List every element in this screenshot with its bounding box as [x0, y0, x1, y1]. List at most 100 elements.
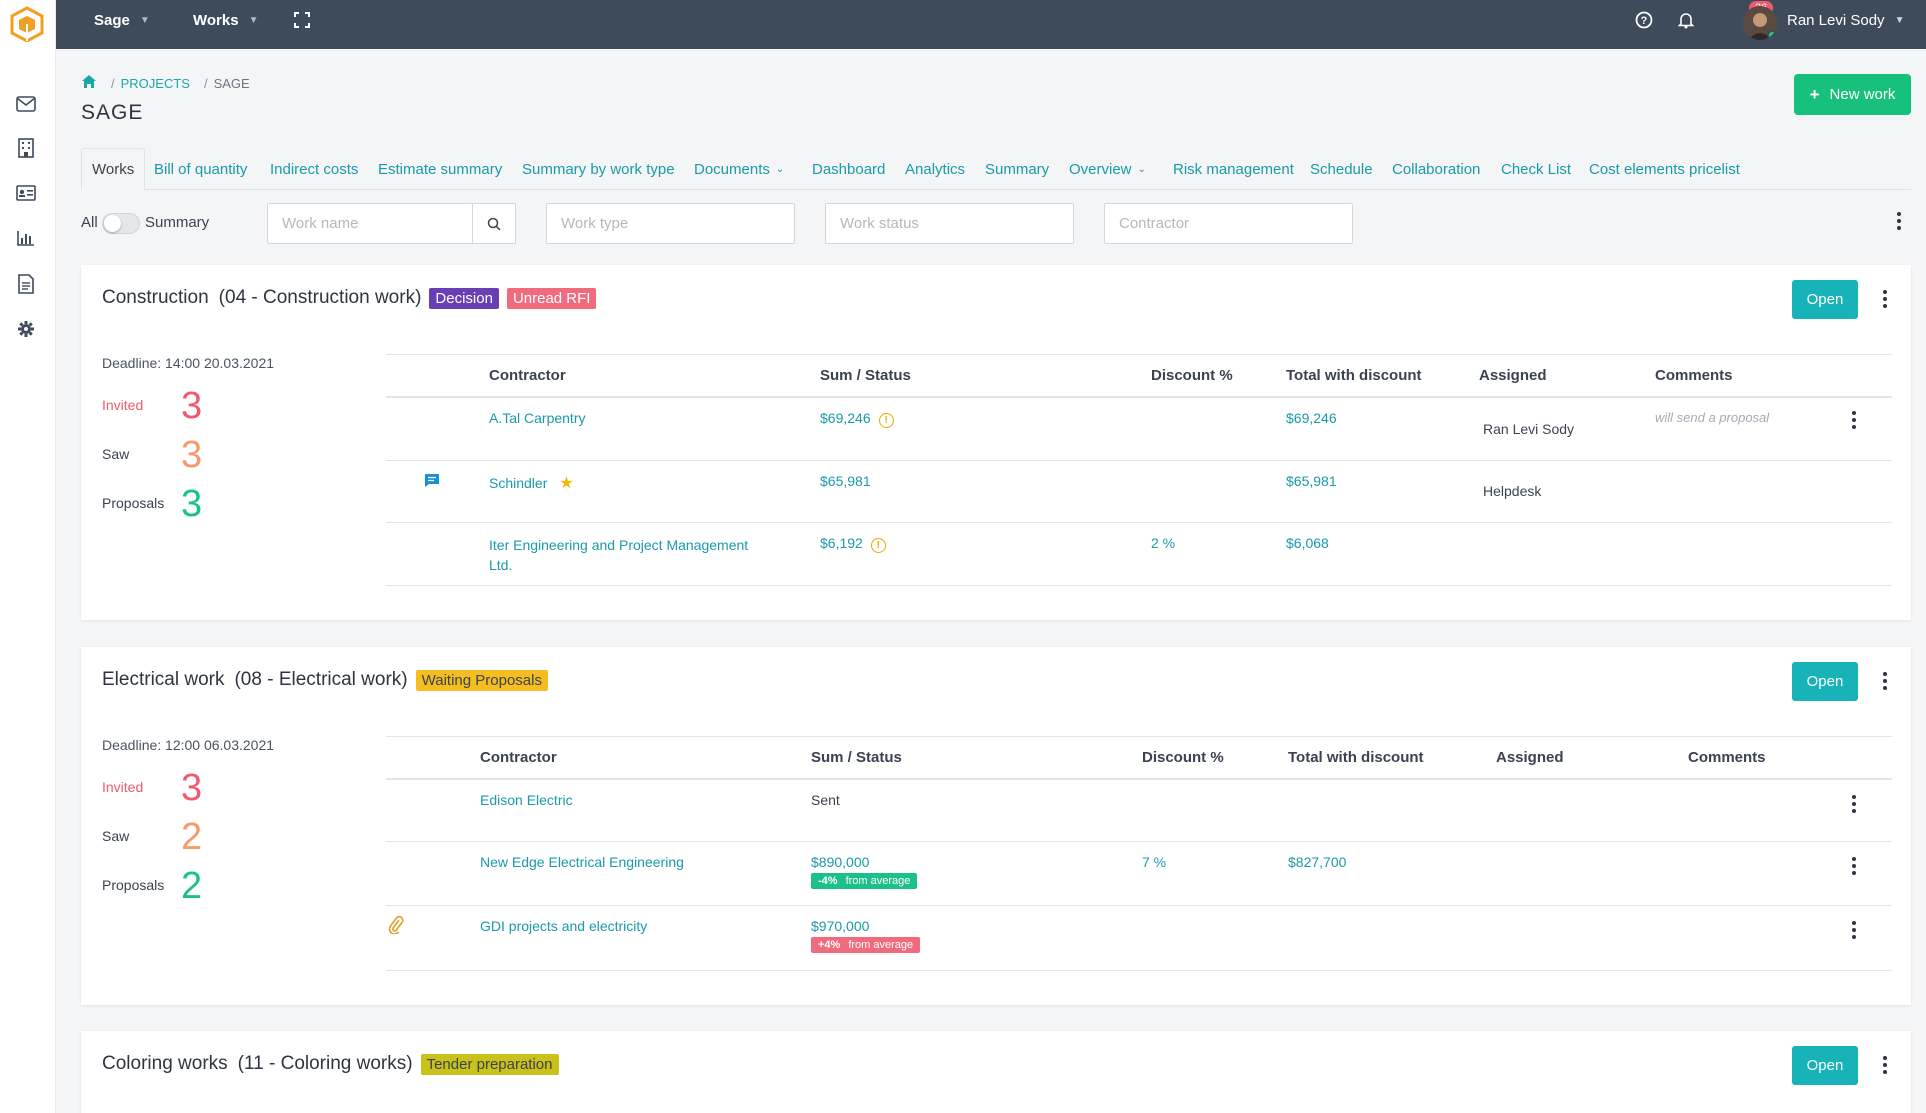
status-badge: Waiting Proposals	[415, 669, 548, 691]
tab-overview[interactable]: Overview ⌄	[1069, 148, 1146, 190]
user-menu[interactable]: Ran Levi Sody ▼	[1787, 0, 1904, 40]
tab-works[interactable]: Works	[81, 148, 146, 191]
contact-card-icon[interactable]	[14, 181, 38, 205]
user-avatar[interactable]	[1743, 6, 1777, 40]
sum-cell: $6,192!	[820, 535, 886, 553]
work-status-select[interactable]	[825, 203, 1074, 244]
tab-documents[interactable]: Documents ⌄	[694, 148, 784, 190]
total-cell: $69,246	[1286, 410, 1337, 426]
building-icon[interactable]	[14, 136, 38, 160]
star-icon[interactable]: ★	[559, 475, 573, 492]
chevron-down-icon: ⌄	[775, 163, 785, 175]
col-sum-status: Sum / Status	[820, 367, 911, 384]
row-more-menu-icon[interactable]	[1846, 854, 1862, 878]
home-icon[interactable]	[81, 74, 97, 92]
help-icon[interactable]: ?	[1630, 6, 1658, 34]
contractors-table: Contractor Sum / Status Discount % Total…	[386, 736, 1892, 971]
row-more-menu-icon[interactable]	[1846, 408, 1862, 432]
sum-value: $890,000	[811, 854, 870, 870]
saw-count: 3	[181, 434, 203, 476]
contractor-link[interactable]: New Edge Electrical Engineering	[480, 854, 684, 870]
message-icon[interactable]	[424, 473, 440, 491]
tab-schedule[interactable]: Schedule	[1310, 148, 1373, 190]
tab-summary-by-work-type[interactable]: Summary by work type	[522, 148, 675, 190]
svg-text:?: ?	[1641, 15, 1648, 27]
tab-summary[interactable]: Summary	[985, 148, 1049, 190]
assigned-cell: Helpdesk	[1483, 483, 1542, 499]
contractor-link[interactable]: Iter Engineering and Project Management …	[489, 535, 748, 575]
tab-cost-elements-pricelist[interactable]: Cost elements pricelist	[1589, 148, 1740, 190]
open-button[interactable]: Open	[1792, 662, 1858, 701]
col-contractor: Contractor	[489, 367, 566, 384]
contractor-link[interactable]: Schindler ★	[489, 473, 574, 493]
contractor-link[interactable]: GDI projects and electricity	[480, 918, 647, 934]
assigned-cell: Ran Levi Sody	[1483, 421, 1575, 437]
col-comments: Comments	[1688, 749, 1766, 766]
warning-info-icon[interactable]: !	[878, 413, 894, 428]
tab-bill-of-quantity[interactable]: Bill of quantity	[154, 148, 247, 190]
warning-info-icon[interactable]: !	[870, 538, 886, 553]
work-name: Construction	[102, 287, 209, 308]
sum-value: $6,192	[820, 535, 863, 551]
avg-delta-text: from average	[848, 939, 914, 951]
paperclip-icon[interactable]	[388, 915, 404, 937]
project-menu[interactable]: Sage ▼	[94, 0, 150, 40]
contractor-select[interactable]	[1104, 203, 1353, 244]
fullscreen-icon[interactable]	[288, 6, 316, 34]
tab-check-list[interactable]: Check List	[1501, 148, 1571, 190]
table-row: New Edge Electrical Engineering $890,000…	[386, 842, 1892, 906]
invited-label: Invited	[102, 397, 144, 413]
work-name-input[interactable]	[267, 203, 473, 244]
row-more-menu-icon[interactable]	[1846, 918, 1862, 942]
discount-cell: 7 %	[1142, 854, 1167, 870]
tab-risk-management[interactable]: Risk management	[1173, 148, 1294, 190]
tab-overview-label: Overview	[1069, 160, 1132, 178]
page-title: SAGE	[81, 101, 144, 124]
card-more-menu-icon[interactable]	[1877, 1053, 1893, 1077]
mail-icon[interactable]	[14, 92, 38, 116]
invited-label: Invited	[102, 779, 144, 795]
work-code: (11 - Coloring works)	[237, 1053, 413, 1074]
tab-dashboard[interactable]: Dashboard	[812, 148, 885, 190]
filter-all-label: All	[81, 214, 98, 231]
bell-icon[interactable]	[1672, 6, 1700, 34]
table-header: Contractor Sum / Status Discount % Total…	[386, 736, 1892, 780]
row-more-menu-icon[interactable]	[1846, 792, 1862, 816]
online-status-dot	[1767, 30, 1777, 40]
breadcrumb-separator: /	[111, 75, 115, 91]
settings-gear-icon[interactable]	[14, 317, 38, 341]
filter-summary-label: Summary	[145, 214, 210, 231]
works-menu[interactable]: Works ▼	[193, 0, 258, 40]
col-contractor: Contractor	[480, 749, 557, 766]
status-badge: Tender preparation	[420, 1053, 559, 1075]
contractor-link[interactable]: A.Tal Carpentry	[489, 410, 585, 426]
filters-more-menu-icon[interactable]	[1891, 209, 1907, 233]
left-sidebar	[0, 0, 56, 1113]
tab-analytics[interactable]: Analytics	[905, 148, 965, 190]
proposals-label: Proposals	[102, 877, 165, 893]
chevron-down-icon: ▼	[248, 14, 259, 26]
contractor-name-line2: Ltd.	[489, 557, 513, 573]
open-button[interactable]: Open	[1792, 1046, 1858, 1085]
search-button[interactable]	[472, 203, 516, 244]
new-work-button[interactable]: + New work	[1794, 74, 1911, 115]
tab-documents-label: Documents	[694, 160, 770, 178]
document-icon[interactable]	[14, 272, 38, 296]
discount-cell: 2 %	[1151, 535, 1176, 551]
tab-estimate-summary[interactable]: Estimate summary	[378, 148, 502, 190]
card-more-menu-icon[interactable]	[1877, 287, 1893, 311]
work-name: Coloring works	[102, 1053, 228, 1074]
invited-count: 3	[181, 385, 203, 427]
col-sum-status: Sum / Status	[811, 749, 902, 766]
contractor-name: Schindler	[489, 475, 548, 491]
contractor-link[interactable]: Edison Electric	[480, 792, 573, 808]
card-more-menu-icon[interactable]	[1877, 669, 1893, 693]
breadcrumb-projects[interactable]: PROJECTS	[121, 76, 190, 91]
summary-toggle[interactable]	[102, 213, 140, 234]
bar-chart-icon[interactable]	[14, 226, 38, 250]
work-type-select[interactable]	[546, 203, 795, 244]
open-button[interactable]: Open	[1792, 280, 1858, 319]
tab-indirect-costs[interactable]: Indirect costs	[270, 148, 358, 190]
app-logo-icon[interactable]	[10, 6, 46, 44]
tab-collaboration[interactable]: Collaboration	[1392, 148, 1480, 190]
